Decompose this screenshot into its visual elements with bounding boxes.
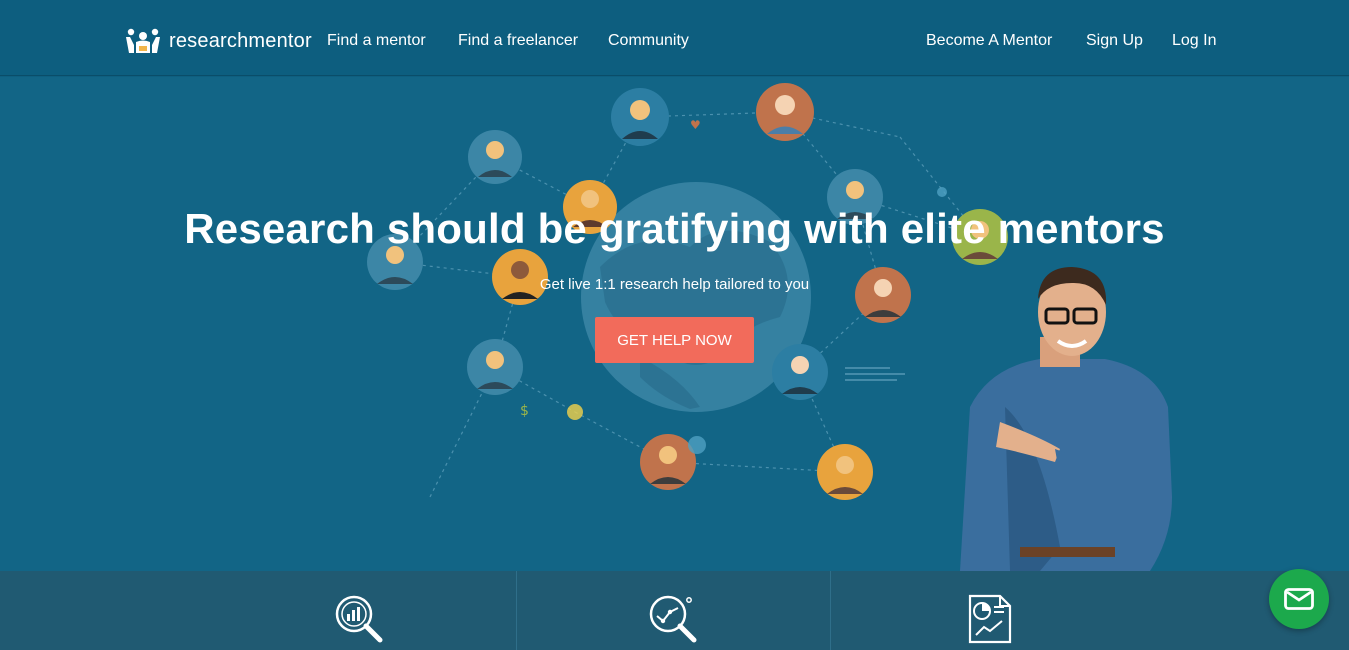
strip-divider <box>830 571 831 650</box>
svg-text:$: $ <box>520 403 529 419</box>
nav-find-freelancer[interactable]: Find a freelancer <box>458 32 578 50</box>
nav-become-mentor[interactable]: Become A Mentor <box>926 32 1052 50</box>
features-strip <box>0 571 1349 650</box>
nav-log-in[interactable]: Log In <box>1172 32 1216 50</box>
magnifier-chart-icon <box>335 595 383 643</box>
svg-text:♥: ♥ <box>690 118 701 132</box>
top-navbar: researchmentor Find a mentor Find a free… <box>0 0 1349 76</box>
magnifier-trend-icon <box>649 595 697 643</box>
strip-divider <box>516 571 517 650</box>
logo-people-icon <box>126 28 160 53</box>
nav-find-mentor[interactable]: Find a mentor <box>327 32 426 50</box>
mail-icon <box>1284 588 1314 610</box>
get-help-now-button[interactable]: GET HELP NOW <box>595 317 754 363</box>
mentor-person-image <box>960 267 1172 571</box>
report-document-icon <box>968 594 1012 644</box>
contact-mail-button[interactable] <box>1269 569 1329 629</box>
hero-title: Research should be gratifying with elite… <box>184 205 1165 252</box>
brand-logo[interactable]: researchmentor <box>125 28 312 54</box>
brand-name: researchmentor <box>169 29 312 52</box>
nav-sign-up[interactable]: Sign Up <box>1086 32 1143 50</box>
hero-section: $ ♥ Research should be gratifying with e… <box>0 77 1349 571</box>
nav-community[interactable]: Community <box>608 32 689 50</box>
hero-subtitle: Get live 1:1 research help tailored to y… <box>539 276 810 293</box>
